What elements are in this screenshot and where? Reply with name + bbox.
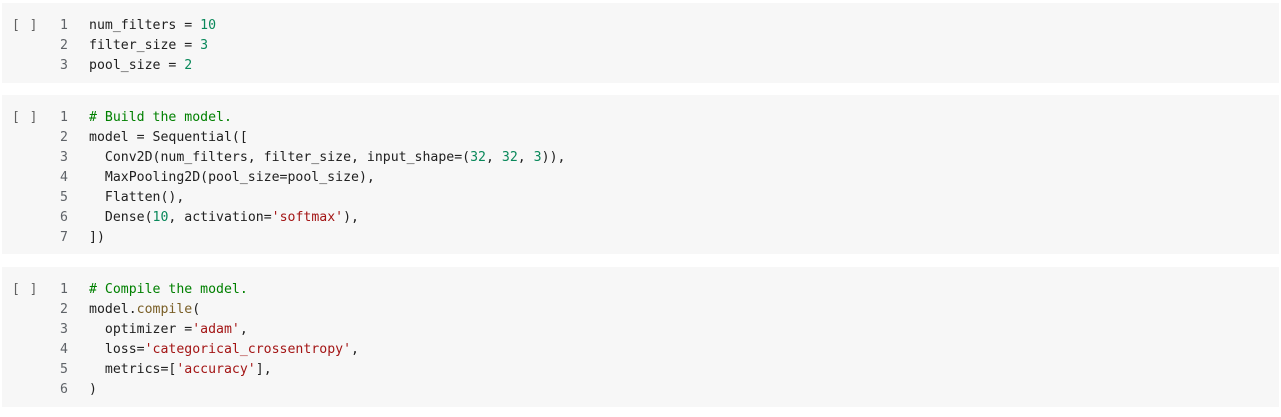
code-text[interactable]: ) xyxy=(89,380,97,400)
code-text[interactable]: Conv2D(num_filters, filter_size, input_s… xyxy=(89,148,566,168)
code-text[interactable]: model = Sequential([ xyxy=(89,128,248,148)
code-token: 32 xyxy=(470,150,486,165)
code-token: ]) xyxy=(89,230,105,245)
line-number: 1 xyxy=(60,282,68,297)
code-editor[interactable]: 1 # Compile the model. 2 model.compile(3 op… xyxy=(2,280,1279,400)
code-token: 32 xyxy=(501,150,518,165)
code-line[interactable]: 3 optimizer ='adam', xyxy=(2,320,1279,340)
line-number: 3 xyxy=(60,322,68,337)
code-token: , xyxy=(486,150,502,165)
code-text[interactable]: MaxPooling2D(pool_size=pool_size), xyxy=(89,168,375,188)
code-token: 'categorical_crossentropy' xyxy=(144,342,352,357)
code-text[interactable]: # Build the model. xyxy=(89,108,232,128)
line-number: 2 xyxy=(60,302,68,317)
code-token: metrics=[ xyxy=(89,362,177,377)
code-line[interactable]: 5 Flatten(), xyxy=(2,188,1279,208)
code-text[interactable]: Dense(10, activation='softmax'), xyxy=(89,208,359,228)
line-number: 2 xyxy=(60,130,68,145)
code-text[interactable]: optimizer ='adam', xyxy=(89,320,248,340)
code-text[interactable]: filter_size = 3 xyxy=(89,36,208,56)
code-text[interactable]: metrics=['accuracy'], xyxy=(89,360,272,380)
code-text[interactable]: # Compile the model. xyxy=(89,280,248,300)
code-line[interactable]: 3 Conv2D(num_filters, filter_size, input… xyxy=(2,148,1279,168)
code-text[interactable]: ]) xyxy=(89,228,105,248)
code-editor[interactable]: 1 num_filters = 10 2 filter_size = 3 3 pool_s… xyxy=(2,16,1279,76)
code-text[interactable]: loss='categorical_crossentropy', xyxy=(89,340,359,360)
code-token: , xyxy=(517,150,534,165)
code-line[interactable]: 2 model.compile( xyxy=(2,300,1279,320)
line-number: 1 xyxy=(60,18,68,33)
code-line[interactable]: 1 num_filters = 10 xyxy=(2,16,1279,36)
code-token: optimizer = xyxy=(89,322,193,337)
code-token: )), xyxy=(541,150,566,165)
code-token: 'adam' xyxy=(192,322,240,337)
code-token: ), xyxy=(343,210,359,225)
code-text[interactable]: num_filters = 10 xyxy=(89,16,216,36)
code-text[interactable]: Flatten(), xyxy=(89,188,184,208)
code-token: filter_size = xyxy=(89,38,201,53)
code-line[interactable]: 6 Dense(10, activation='softmax'), xyxy=(2,208,1279,228)
code-token: 10 xyxy=(200,18,217,33)
line-number: 1 xyxy=(60,110,68,125)
code-line[interactable]: 4 loss='categorical_crossentropy', xyxy=(2,340,1279,360)
code-token: loss= xyxy=(89,342,145,357)
line-number: 3 xyxy=(60,150,68,165)
code-token: # Compile the model. xyxy=(89,282,248,297)
code-token: MaxPooling2D(pool_size=pool_size), xyxy=(89,170,375,185)
code-token: 3 xyxy=(200,38,209,53)
code-token: , activation= xyxy=(168,210,272,225)
code-token: num_filters = xyxy=(89,18,201,33)
line-number: 5 xyxy=(60,362,68,377)
code-token: model. xyxy=(89,302,137,317)
line-number: 3 xyxy=(60,58,68,73)
code-line[interactable]: 2 model = Sequential([ xyxy=(2,128,1279,148)
code-token: ) xyxy=(89,382,97,397)
code-line[interactable]: 3 pool_size = 2 xyxy=(2,56,1279,76)
code-editor[interactable]: 1 # Build the model. 2 model = Sequential([… xyxy=(2,108,1279,248)
code-token: 'softmax' xyxy=(271,210,344,225)
code-token: 'accuracy' xyxy=(176,362,256,377)
code-cell-3[interactable]: [ ] 1 # Compile the model. 2 model.compile(… xyxy=(2,267,1279,407)
code-line[interactable]: 7]) xyxy=(2,228,1279,248)
code-token: Conv2D(num_filters, filter_size, input_s… xyxy=(89,150,471,165)
code-token: 3 xyxy=(533,150,542,165)
code-text[interactable]: model.compile( xyxy=(89,300,200,320)
code-token: pool_size = xyxy=(89,58,185,73)
code-text[interactable]: pool_size = 2 xyxy=(89,56,192,76)
code-token: compile xyxy=(136,302,193,317)
line-number: 2 xyxy=(60,38,68,53)
code-token: model = Sequential([ xyxy=(89,130,248,145)
line-number: 6 xyxy=(60,382,68,397)
code-line[interactable]: 6) xyxy=(2,380,1279,400)
line-number: 4 xyxy=(60,342,68,357)
code-token: ], xyxy=(255,362,272,377)
line-number: 4 xyxy=(60,170,68,185)
code-token: , xyxy=(239,322,248,337)
code-line[interactable]: 1 # Compile the model. xyxy=(2,280,1279,300)
code-token: 2 xyxy=(184,58,193,73)
line-number: 7 xyxy=(60,230,68,245)
code-cell-2[interactable]: [ ] 1 # Build the model. 2 model = Sequenti… xyxy=(2,95,1279,254)
code-token: ( xyxy=(192,302,201,317)
code-line[interactable]: 5 metrics=['accuracy'], xyxy=(2,360,1279,380)
code-token: , xyxy=(351,342,359,357)
code-line[interactable]: 2 filter_size = 3 xyxy=(2,36,1279,56)
code-token: Flatten(), xyxy=(89,190,185,205)
code-token: 10 xyxy=(152,210,169,225)
code-cell-1[interactable]: [ ] 1 num_filters = 10 2 filter_size = 3 3 po… xyxy=(2,3,1279,83)
code-line[interactable]: 1 # Build the model. xyxy=(2,108,1279,128)
line-number: 6 xyxy=(60,210,68,225)
code-token: # Build the model. xyxy=(89,110,232,125)
line-number: 5 xyxy=(60,190,68,205)
code-line[interactable]: 4 MaxPooling2D(pool_size=pool_size), xyxy=(2,168,1279,188)
code-token: Dense( xyxy=(89,210,153,225)
